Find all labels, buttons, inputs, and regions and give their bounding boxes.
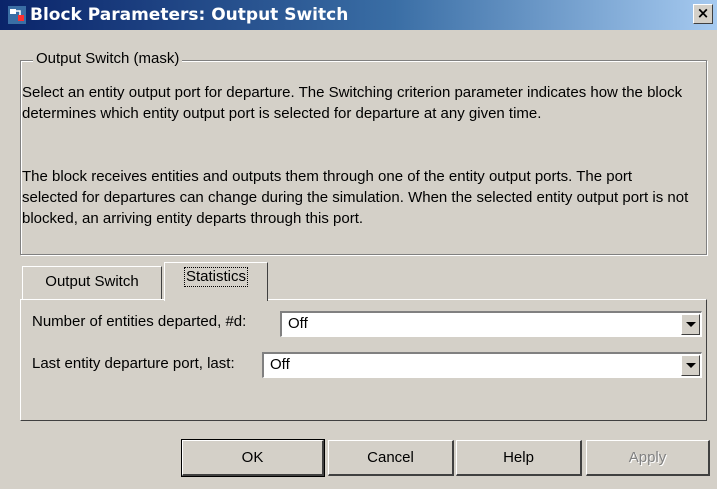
cancel-button[interactable]: Cancel (328, 440, 454, 476)
dropdown-arrow-button[interactable] (681, 314, 700, 335)
group-legend: Output Switch (mask) (33, 50, 183, 67)
chevron-down-icon (686, 322, 696, 327)
tab-label: Statistics (183, 267, 248, 287)
tab-output-switch[interactable]: Output Switch (22, 266, 162, 299)
window-title: Block Parameters: Output Switch (30, 5, 349, 25)
dropdown-arrow-button[interactable] (681, 355, 700, 376)
help-button[interactable]: Help (456, 440, 582, 476)
departure-port-label: Last entity departure port, last: (32, 355, 235, 372)
ok-button[interactable]: OK (181, 439, 325, 477)
close-icon: × (696, 4, 710, 22)
tab-label: Output Switch (45, 273, 139, 290)
title-bar[interactable]: Block Parameters: Output Switch × (0, 0, 717, 30)
tab-statistics[interactable]: Statistics (164, 262, 268, 301)
entities-departed-dropdown[interactable]: Off (280, 311, 702, 337)
dropdown-value: Off (288, 315, 308, 332)
apply-button[interactable]: Apply (586, 440, 710, 476)
entities-departed-label: Number of entities departed, #d: (32, 313, 247, 330)
description-paragraph-1: Select an entity output port for departu… (22, 84, 683, 122)
dropdown-value: Off (270, 356, 290, 373)
description-paragraph-2: The block receives entities and outputs … (22, 168, 689, 227)
close-button[interactable]: × (693, 4, 713, 24)
chevron-down-icon (686, 363, 696, 368)
departure-port-dropdown[interactable]: Off (262, 352, 702, 378)
simulink-block-icon (8, 6, 26, 24)
